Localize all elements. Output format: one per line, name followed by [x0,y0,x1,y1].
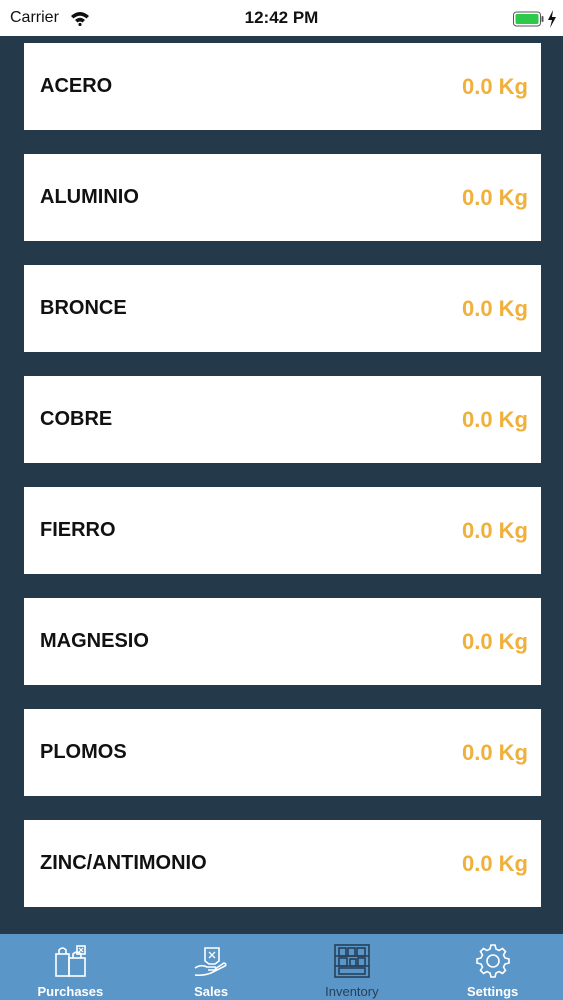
inventory-row-plomos[interactable]: PLOMOS 0.0 Kg [24,709,541,796]
material-weight: 0.0 Kg [461,629,528,654]
status-time: 12:42 PM [244,8,319,27]
warehouse-shelves-icon [334,944,370,978]
inventory-row-fierro[interactable]: FIERRO 0.0 Kg [24,487,541,574]
material-name: MAGNESIO [40,630,149,652]
material-name: ACERO [40,75,113,97]
inventory-row-magnesio[interactable]: MAGNESIO 0.0 Kg [24,598,541,685]
shopping-bags-icon [55,945,87,977]
tab-label: Sales [194,984,229,999]
material-name: ZINC/ANTIMONIO [40,852,207,874]
material-weight: 0.0 Kg [461,518,528,543]
battery-icon [513,11,544,27]
material-name: ALUMINIO [40,186,139,208]
hand-package-icon [194,947,227,977]
inventory-row-zinc-antimonio[interactable]: ZINC/ANTIMONIO 0.0 Kg [24,820,541,907]
material-weight: 0.0 Kg [461,74,528,99]
material-name: COBRE [40,408,113,430]
status-bar: Carrier 12:42 PM [0,0,563,36]
tab-purchases[interactable]: Purchases [0,934,141,1000]
tab-inventory[interactable]: Inventory [282,934,423,1000]
tab-settings[interactable]: Settings [422,934,563,1000]
charging-bolt-icon [548,10,556,28]
tab-sales[interactable]: Sales [141,934,282,1000]
inventory-row-cobre[interactable]: COBRE 0.0 Kg [24,376,541,463]
gear-icon [475,944,510,978]
inventory-row-acero[interactable]: ACERO 0.0 Kg [24,43,541,130]
inventory-row-aluminio[interactable]: ALUMINIO 0.0 Kg [24,154,541,241]
material-weight: 0.0 Kg [461,851,528,876]
material-name: BRONCE [40,297,127,319]
material-weight: 0.0 Kg [461,296,528,321]
tab-label: Purchases [37,984,104,999]
material-name: PLOMOS [40,741,127,763]
tab-label: Settings [466,984,519,999]
material-weight: 0.0 Kg [461,407,528,432]
material-weight: 0.0 Kg [461,185,528,210]
material-weight: 0.0 Kg [461,740,528,765]
material-name: FIERRO [40,519,116,541]
app-screen: Carrier 12:42 PM ACERO 0.0 Kg ALUMINIO 0… [0,0,563,1000]
inventory-list: ACERO 0.0 Kg ALUMINIO 0.0 Kg BRONCE 0.0 … [24,43,541,931]
tab-bar: Purchases Sales Inventory Settings [0,934,563,1000]
inventory-row-bronce[interactable]: BRONCE 0.0 Kg [24,265,541,352]
tab-label: Inventory [325,984,379,999]
